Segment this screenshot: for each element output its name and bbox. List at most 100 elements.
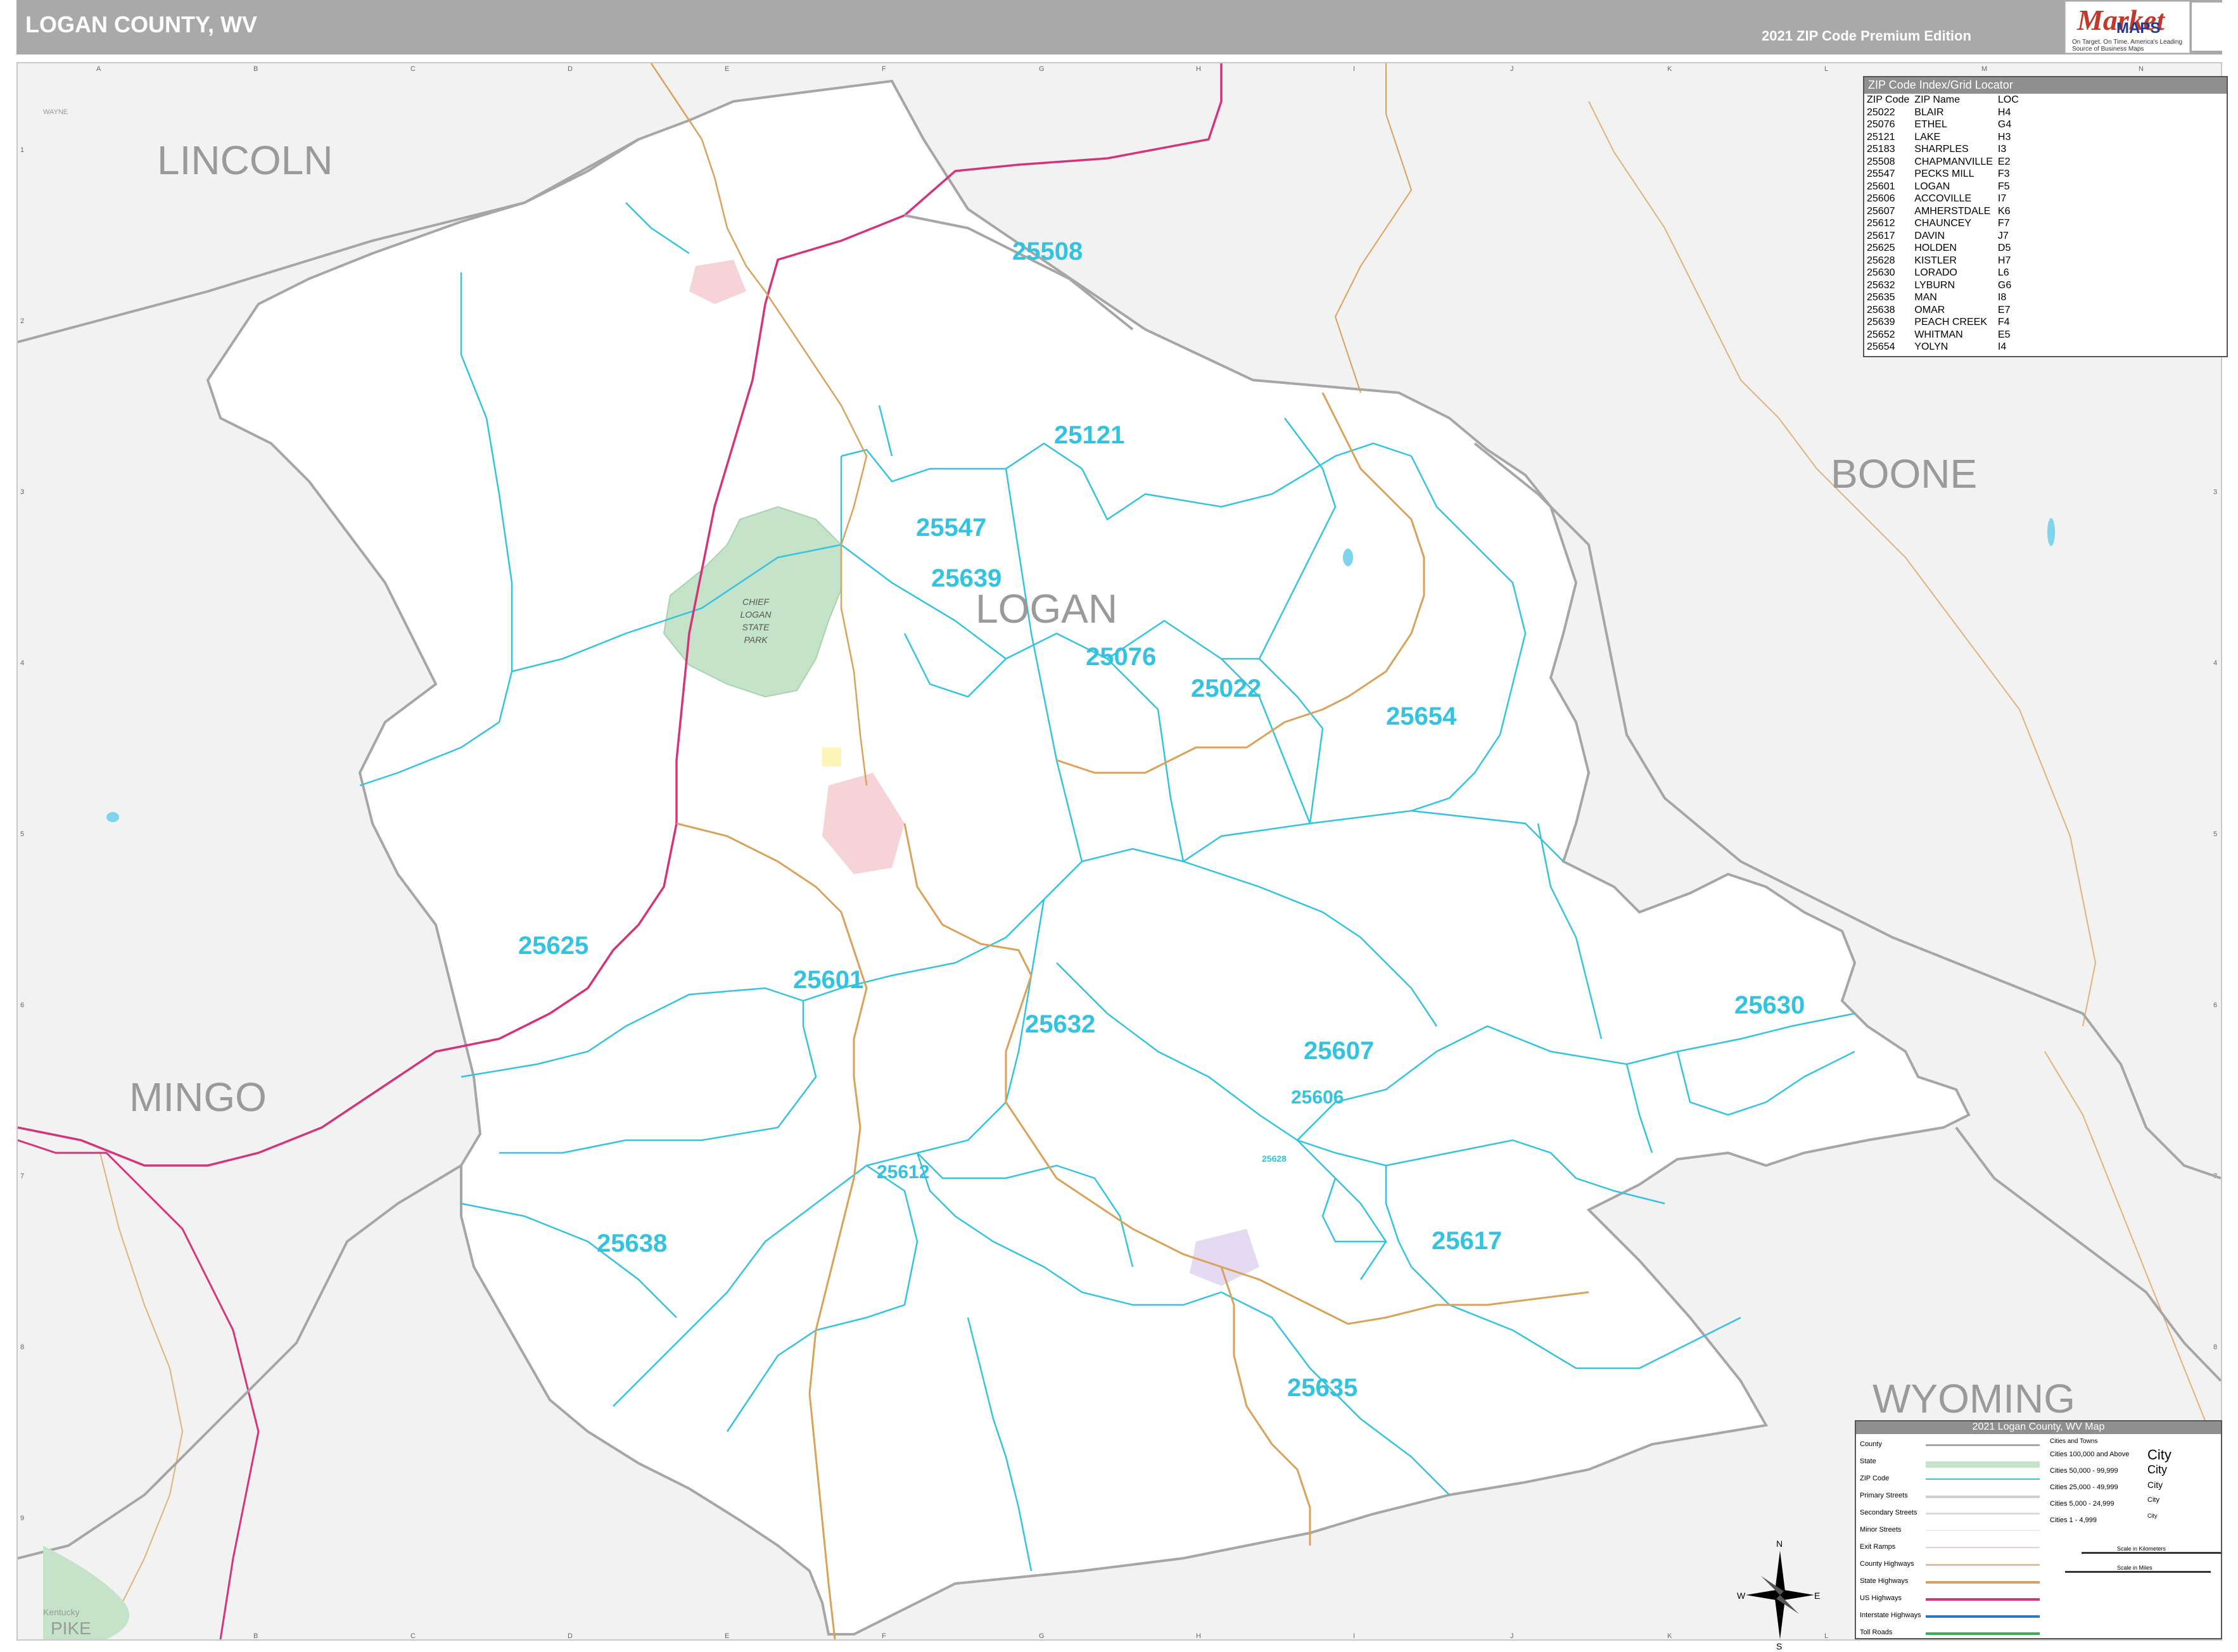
legend-feature-swatch [1926,1478,2040,1480]
park-label-1: CHIEF [742,597,770,607]
zip-index-loc: L6 [1997,267,2009,278]
zip-index-zip: 25022 [1867,106,1895,118]
zip-index-zip: 25652 [1867,329,1895,340]
grid-column-label: B [253,1632,258,1639]
grid-row-label: 1 [20,146,24,154]
zip-index-row[interactable]: 25635 MAN I8 [1867,291,2024,304]
zip-label-25606[interactable]: 25606 [1291,1087,1344,1108]
zip-index-loc: E2 [1997,156,2011,167]
zip-index-row[interactable]: 25076 ETHEL G4 [1867,118,2024,131]
zip-label-25508[interactable]: 25508 [1012,238,1083,265]
zip-index-row[interactable]: 25606 ACCOVILLE I7 [1867,193,2024,205]
zip-label-25638[interactable]: 25638 [597,1229,667,1257]
zip-label-25076[interactable]: 25076 [1086,643,1156,671]
zip-index-table: ZIP Code ZIP Name LOC 25022 BLAIR H4 25076 E… [1867,94,2024,353]
legend-feature-label: Primary Streets [1860,1492,1908,1499]
zip-index-title: ZIP Code Index/Grid Locator [1864,77,2227,94]
zip-index-row[interactable]: 25022 BLAIR H4 [1867,106,2024,119]
zip-index-row[interactable]: 25625 HOLDEN D5 [1867,242,2024,255]
zip-index-row[interactable]: 25601 LOGAN F5 [1867,181,2024,193]
zip-index-loc: J7 [1997,230,2009,241]
grid-column-label: A [96,65,101,73]
zip-index-row[interactable]: 25508 CHAPMANVILLE E2 [1867,156,2024,168]
zip-index-row[interactable]: 25632 LYBURN G6 [1867,279,2024,292]
zip-index-loc: E5 [1997,329,2011,340]
county-label-boone: BOONE [1831,451,1977,497]
legend-city-class: Cities 5,000 - 24,999 [2050,1500,2114,1508]
legend-feature-label: Toll Roads [1860,1629,1893,1636]
zip-index-zip: 25628 [1867,255,1895,266]
grid-row-label: 4 [2213,659,2217,667]
zip-label-25639[interactable]: 25639 [931,564,1001,592]
zip-label-25635[interactable]: 25635 [1287,1374,1357,1402]
zip-index-row[interactable]: 25654 YOLYN I4 [1867,341,2024,353]
legend-city-symbol: City [2147,1480,2163,1490]
grid-column-label: B [253,65,258,73]
west-logan-area [822,747,841,766]
zip-index-col-name: ZIP Name [1914,94,1961,105]
zip-index-row[interactable]: 25652 WHITMAN E5 [1867,329,2024,341]
logo-tagline: On Target. On Time. America's Leading So… [2072,39,2183,53]
zip-index-row[interactable]: 25638 OMAR E7 [1867,304,2024,317]
legend-city-symbol: City [2147,1513,2158,1519]
legend-feature-swatch [1926,1461,2040,1468]
zip-index-loc: F7 [1997,218,2010,229]
grid-column-label: I [1353,1632,1355,1639]
zip-index-row[interactable]: 25617 DAVIN J7 [1867,230,2024,243]
zip-label-25547[interactable]: 25547 [916,514,986,542]
legend-city-symbol: City [2147,1447,2171,1463]
zip-index-row[interactable]: 25639 PEACH CREEK F4 [1867,316,2024,329]
zip-index-row[interactable]: 25630 LORADO L6 [1867,267,2024,279]
legend-feature-label: State Highways [1860,1577,1909,1585]
zip-index-row[interactable]: 25612 CHAUNCEY F7 [1867,217,2024,230]
zip-index-zip: 25617 [1867,230,1895,241]
legend-feature-swatch [1926,1632,2040,1635]
zip-index-row[interactable]: 25607 AMHERSTDALE K6 [1867,205,2024,218]
compass-e: E [1814,1591,1820,1601]
legend-city-symbol: City [2147,1496,2159,1504]
zip-index-name: PECKS MILL [1914,168,1974,179]
grid-column-label: L [1824,1632,1828,1639]
zip-index-name: OMAR [1914,304,1945,315]
grid-column-label: D [568,1632,573,1639]
zip-index-row[interactable]: 25183 SHARPLES I3 [1867,143,2024,156]
park-label-3: STATE [742,622,770,632]
zip-index-zip: 25076 [1867,119,1895,130]
zip-label-25625[interactable]: 25625 [518,932,588,960]
grid-column-label: G [1039,65,1045,73]
zip-index-col-zip: ZIP Code [1867,94,1910,105]
zip-label-25628[interactable]: 25628 [1262,1153,1287,1164]
zip-index-row[interactable]: 25547 PECKS MILL F3 [1867,168,2024,181]
zip-label-25617[interactable]: 25617 [1432,1227,1502,1255]
zip-index-zip: 25612 [1867,218,1895,229]
zip-index-row[interactable]: 25121 LAKE H3 [1867,131,2024,144]
grid-column-label: H [1196,1632,1201,1639]
legend-feature-swatch [1926,1598,2040,1601]
legend-city-class: Cities 50,000 - 99,999 [2050,1467,2118,1475]
zip-label-25630[interactable]: 25630 [1734,991,1805,1019]
legend-city-symbol: City [2147,1463,2167,1476]
zip-index-name: ACCOVILLE [1914,193,1972,204]
compass-rose: N S E W [1737,1539,1820,1651]
legend-feature-label: County Highways [1860,1560,1914,1568]
zip-label-25632[interactable]: 25632 [1025,1010,1095,1038]
zip-index-row[interactable]: 25628 KISTLER H7 [1867,255,2024,267]
title-bar: LOGAN COUNTY, WV 2021 ZIP Code Premium E… [16,0,2222,54]
grid-column-label: E [725,1632,729,1639]
zip-label-25654[interactable]: 25654 [1386,702,1457,730]
zip-label-25612[interactable]: 25612 [877,1162,929,1183]
zip-label-25121[interactable]: 25121 [1054,421,1124,449]
legend-scale-bar-mi [2065,1571,2211,1573]
zip-index-zip: 25606 [1867,193,1895,204]
zip-label-25022[interactable]: 25022 [1191,675,1261,702]
legend-feature-label: Secondary Streets [1860,1509,1917,1516]
zip-label-25601[interactable]: 25601 [793,966,863,994]
grid-column-label: I [1353,65,1355,73]
zip-index-name: CHAUNCEY [1914,218,1972,229]
grid-column-label: K [1667,65,1672,73]
county-label-lincoln: LINCOLN [157,137,333,183]
zip-label-25607[interactable]: 25607 [1304,1037,1374,1065]
zip-index-loc: G4 [1997,119,2012,130]
market-maps-logo: Market MAPS On Target. On Time. America'… [2065,1,2190,53]
zip-index-zip: 25635 [1867,292,1895,303]
